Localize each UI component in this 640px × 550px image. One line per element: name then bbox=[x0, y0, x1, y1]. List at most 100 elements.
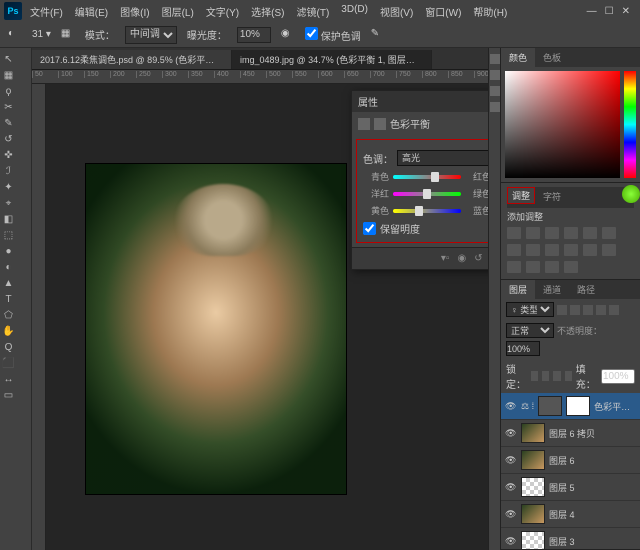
preserve-luminosity-checkbox[interactable]: 保留明度 bbox=[363, 221, 488, 236]
layer-row[interactable]: 👁 图层 5 bbox=[501, 474, 640, 501]
menu-图层L[interactable]: 图层(L) bbox=[156, 2, 200, 21]
menu-窗口W[interactable]: 窗口(W) bbox=[419, 2, 467, 21]
reset-icon[interactable]: ↺ bbox=[474, 253, 482, 264]
tool-11[interactable]: ⬚ bbox=[2, 228, 15, 242]
collapsed-panel-dock[interactable] bbox=[488, 48, 500, 550]
tool-4[interactable]: ✎ bbox=[2, 116, 15, 130]
tab-character[interactable]: 字符 bbox=[535, 187, 569, 208]
protect-tone-checkbox[interactable]: 保护色调 bbox=[305, 27, 361, 43]
layer-name[interactable]: 图层 5 bbox=[549, 481, 636, 494]
tab-channels[interactable]: 通道 bbox=[535, 280, 569, 299]
close-icon[interactable]: ✕ bbox=[622, 6, 630, 17]
layer-row[interactable]: 👁 图层 6 bbox=[501, 447, 640, 474]
tab-paths[interactable]: 路径 bbox=[569, 280, 603, 299]
tool-8[interactable]: ✦ bbox=[2, 180, 15, 194]
history-icon[interactable] bbox=[490, 54, 500, 64]
mode-select[interactable]: 中间调 bbox=[125, 26, 177, 44]
color-picker[interactable] bbox=[501, 67, 640, 182]
actions-icon[interactable] bbox=[490, 70, 500, 80]
brush-size[interactable]: 31 ▾ bbox=[32, 29, 51, 40]
layer-mask[interactable] bbox=[566, 396, 590, 416]
filter-adjust-icon[interactable] bbox=[570, 305, 580, 315]
tool-16[interactable]: ⬠ bbox=[2, 308, 15, 322]
visibility-toggle-icon[interactable]: 👁 bbox=[505, 428, 517, 438]
menu-文件F[interactable]: 文件(F) bbox=[24, 2, 69, 21]
clip-icon[interactable]: ▾▫ bbox=[441, 253, 450, 264]
tool-14[interactable]: ▲ bbox=[2, 276, 15, 290]
layer-row[interactable]: 👁⚖ ⁞色彩平衡... bbox=[501, 393, 640, 420]
layer-row[interactable]: 👁 图层 3 bbox=[501, 528, 640, 549]
lock-transparent-icon[interactable] bbox=[531, 371, 538, 381]
filter-smart-icon[interactable] bbox=[609, 305, 619, 315]
airbrush-icon[interactable]: ◉ bbox=[281, 28, 295, 42]
menu-文字Y[interactable]: 文字(Y) bbox=[200, 2, 245, 21]
filter-type-icon[interactable] bbox=[583, 305, 593, 315]
visibility-toggle-icon[interactable]: 👁 bbox=[505, 401, 517, 411]
tool-20[interactable]: ↔ bbox=[2, 372, 15, 386]
lock-pixels-icon[interactable] bbox=[542, 371, 549, 381]
layer-name[interactable]: 图层 4 bbox=[549, 508, 636, 521]
layer-name[interactable]: 图层 6 拷贝 bbox=[549, 427, 636, 440]
color-slider[interactable] bbox=[393, 209, 461, 213]
tool-10[interactable]: ◧ bbox=[2, 212, 15, 226]
pressure-icon[interactable]: ✎ bbox=[371, 28, 385, 42]
layer-filter-kind[interactable]: ♀ 类型 bbox=[506, 302, 554, 317]
tool-21[interactable]: ▭ bbox=[2, 388, 15, 402]
tool-6[interactable]: ✜ bbox=[2, 148, 15, 162]
layer-thumbnail[interactable] bbox=[521, 504, 545, 524]
tool-7[interactable]: ℐ bbox=[2, 164, 15, 178]
navigator-icon[interactable] bbox=[490, 102, 500, 112]
maximize-icon[interactable]: ☐ bbox=[605, 6, 614, 17]
color-slider[interactable] bbox=[393, 175, 461, 179]
lock-all-icon[interactable] bbox=[565, 371, 572, 381]
properties-panel[interactable]: 属性»≡ 色彩平衡 色调：高光 青色红色+9洋红绿色0黄色蓝色-9 保留明度 ▾… bbox=[351, 90, 488, 270]
color-slider[interactable] bbox=[393, 192, 461, 196]
minimize-icon[interactable]: — bbox=[587, 6, 597, 17]
tab-adjustments[interactable]: 调整 bbox=[507, 187, 535, 204]
canvas-stage[interactable]: 属性»≡ 色彩平衡 色调：高光 青色红色+9洋红绿色0黄色蓝色-9 保留明度 ▾… bbox=[46, 84, 488, 550]
exposure-input[interactable] bbox=[237, 27, 271, 43]
lock-position-icon[interactable] bbox=[553, 371, 560, 381]
layer-row[interactable]: 👁 图层 6 拷贝 bbox=[501, 420, 640, 447]
tool-13[interactable]: ◐ bbox=[2, 260, 15, 274]
tab-layers[interactable]: 图层 bbox=[501, 280, 535, 299]
notification-badge[interactable] bbox=[622, 185, 640, 203]
visibility-toggle-icon[interactable]: 👁 bbox=[505, 455, 517, 465]
brush-panel-icon[interactable]: ▦ bbox=[61, 28, 75, 42]
layer-row[interactable]: 👁 图层 4 bbox=[501, 501, 640, 528]
layer-name[interactable]: 图层 3 bbox=[549, 535, 636, 548]
tool-preset-icon[interactable]: ◐ bbox=[8, 28, 22, 42]
tab-color[interactable]: 颜色 bbox=[501, 48, 535, 67]
layer-thumbnail[interactable] bbox=[521, 423, 545, 443]
view-previous-icon[interactable]: ◉ bbox=[457, 253, 466, 264]
visibility-toggle-icon[interactable]: 👁 bbox=[505, 509, 517, 519]
visibility-toggle-icon[interactable]: 👁 bbox=[505, 536, 517, 546]
menu-编辑E[interactable]: 编辑(E) bbox=[69, 2, 114, 21]
hue-bar[interactable] bbox=[624, 71, 636, 178]
filter-shape-icon[interactable] bbox=[596, 305, 606, 315]
layer-thumbnail[interactable] bbox=[521, 477, 545, 497]
blend-mode-select[interactable]: 正常 bbox=[506, 323, 554, 338]
menu-滤镜T[interactable]: 滤镜(T) bbox=[291, 2, 336, 21]
layer-name[interactable]: 图层 6 bbox=[549, 454, 636, 467]
layer-thumbnail[interactable] bbox=[521, 450, 545, 470]
tone-select[interactable]: 高光 bbox=[397, 150, 488, 166]
menu-3DD[interactable]: 3D(D) bbox=[335, 2, 374, 21]
tool-17[interactable]: ✋ bbox=[2, 324, 15, 338]
tool-2[interactable]: ϙ bbox=[2, 84, 15, 98]
menu-视图V[interactable]: 视图(V) bbox=[374, 2, 419, 21]
adjustment-thumb[interactable] bbox=[538, 396, 562, 416]
tool-1[interactable]: ▦ bbox=[2, 68, 15, 82]
tool-18[interactable]: Q bbox=[2, 340, 15, 354]
window-controls[interactable]: — ☐ ✕ bbox=[587, 6, 636, 17]
visibility-toggle-icon[interactable]: 👁 bbox=[505, 482, 517, 492]
filter-pixel-icon[interactable] bbox=[557, 305, 567, 315]
layer-name[interactable]: 色彩平衡... bbox=[594, 400, 636, 413]
document-tab[interactable]: img_0489.jpg @ 34.7% (色彩平衡 1, 图层蒙版/8)× bbox=[232, 50, 432, 69]
tool-15[interactable]: T bbox=[2, 292, 15, 306]
menu-选择S[interactable]: 选择(S) bbox=[245, 2, 290, 21]
layer-thumbnail[interactable] bbox=[521, 531, 545, 549]
tool-9[interactable]: ⌖ bbox=[2, 196, 15, 210]
tool-12[interactable]: ● bbox=[2, 244, 15, 258]
adjustment-presets[interactable] bbox=[507, 225, 634, 275]
